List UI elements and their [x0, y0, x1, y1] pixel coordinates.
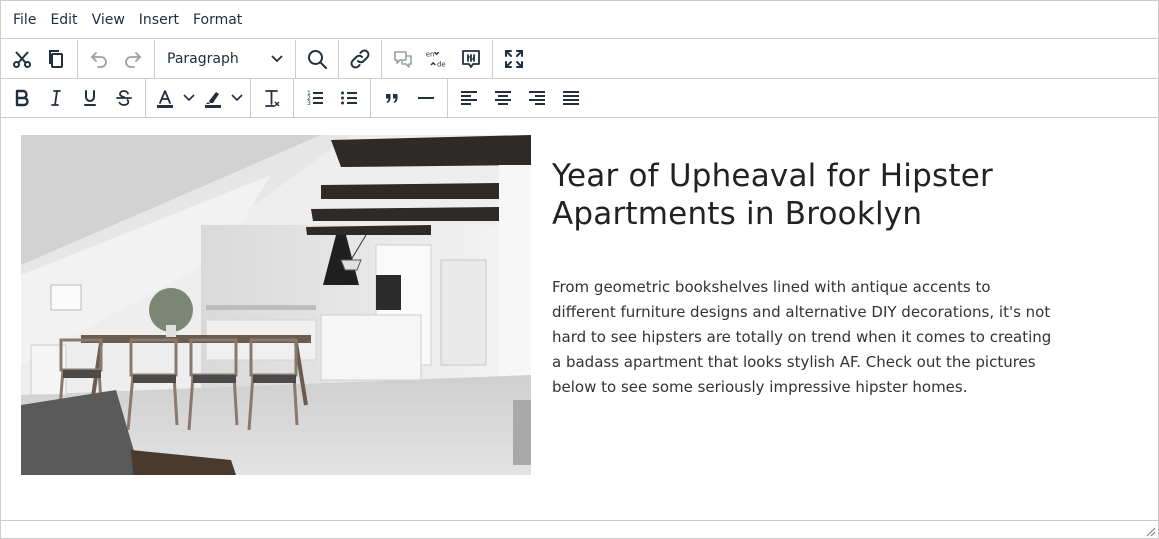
search-replace-button[interactable]: [300, 42, 334, 76]
comments-button[interactable]: [386, 42, 420, 76]
menu-file[interactable]: File: [6, 1, 43, 39]
accessibility-checker-button[interactable]: [454, 42, 488, 76]
text-color-button[interactable]: [150, 81, 198, 115]
link-button[interactable]: [343, 42, 377, 76]
redo-icon: [125, 52, 141, 68]
editor-content[interactable]: Year of Upheaval for Hipster Apartments …: [1, 119, 1158, 520]
color-group: [146, 79, 251, 117]
menu-view[interactable]: View: [85, 1, 132, 39]
align-left-icon: [461, 91, 477, 105]
horizontal-rule-button[interactable]: [409, 81, 443, 115]
search-group: [296, 40, 339, 78]
align-group: [448, 79, 592, 117]
strikethrough-icon: [116, 90, 132, 106]
menu-format[interactable]: Format: [186, 1, 249, 39]
undo-icon: [91, 52, 107, 68]
article-heading[interactable]: Year of Upheaval for Hipster Apartments …: [552, 157, 1112, 233]
clipboard-group: [1, 40, 78, 78]
toolbar-row-1: Paragraph en de: [1, 40, 1158, 79]
link-icon: [350, 49, 370, 69]
horizontal-rule-icon: [418, 97, 434, 99]
align-right-icon: [529, 91, 545, 105]
apartment-photo[interactable]: [21, 135, 531, 475]
apartment-interior-image: [21, 135, 531, 475]
remove-format-button[interactable]: [255, 81, 289, 115]
text-color-icon: [157, 90, 173, 108]
bullet-list-icon: [341, 91, 357, 105]
statusbar: [1, 520, 1158, 539]
menu-edit[interactable]: Edit: [43, 1, 84, 39]
bold-icon: [15, 89, 29, 107]
chevron-down-icon: [183, 94, 195, 102]
menubar: File Edit View Insert Format: [1, 1, 1158, 39]
italic-button[interactable]: [39, 81, 73, 115]
highlight-color-icon: [205, 92, 221, 108]
text-color-dropdown[interactable]: [180, 81, 198, 115]
language-to-label: de: [437, 61, 446, 69]
block-format-select[interactable]: Paragraph: [159, 42, 291, 76]
align-left-button[interactable]: [452, 81, 486, 115]
chevron-down-icon: [271, 55, 283, 63]
language-from-label: en: [426, 50, 435, 58]
blockquote-icon: [386, 94, 398, 103]
underline-button[interactable]: [73, 81, 107, 115]
align-justify-icon: [563, 91, 579, 105]
blocks-group: Paragraph: [155, 40, 296, 78]
copy-button[interactable]: [39, 42, 73, 76]
remove-format-icon: [265, 90, 280, 107]
rich-text-editor: File Edit View Insert Format Paragraph e…: [0, 0, 1159, 539]
menu-insert[interactable]: Insert: [132, 1, 186, 39]
undo-button[interactable]: [82, 42, 116, 76]
numbered-list-icon: 123: [307, 90, 323, 107]
highlight-color-button[interactable]: [198, 81, 246, 115]
formatting-group: [1, 79, 146, 117]
align-right-button[interactable]: [520, 81, 554, 115]
align-center-icon: [495, 91, 511, 105]
text-color-apply[interactable]: [150, 81, 180, 115]
highlight-color-apply[interactable]: [198, 81, 228, 115]
bold-button[interactable]: [5, 81, 39, 115]
language-icon: en de: [426, 50, 446, 69]
highlight-color-dropdown[interactable]: [228, 81, 246, 115]
history-group: [78, 40, 155, 78]
copy-icon: [49, 50, 63, 68]
comments-icon: [394, 51, 412, 68]
article-paragraph[interactable]: From geometric bookshelves lined with an…: [552, 275, 1052, 400]
blockquote-button[interactable]: [375, 81, 409, 115]
fullscreen-icon: [505, 50, 523, 68]
fullscreen-button[interactable]: [497, 42, 531, 76]
svg-text:3: 3: [307, 100, 311, 107]
resize-handle-icon[interactable]: [1144, 525, 1156, 537]
language-button[interactable]: en de: [420, 42, 454, 76]
link-group: [339, 40, 382, 78]
bullet-list-button[interactable]: [332, 81, 366, 115]
clear-format-group: [251, 79, 294, 117]
strikethrough-button[interactable]: [107, 81, 141, 115]
toolbar-row-2: 123: [1, 79, 1158, 118]
tools-group: en de: [382, 40, 493, 78]
chevron-down-icon: [231, 94, 243, 102]
align-justify-button[interactable]: [554, 81, 588, 115]
accessibility-checker-icon: [462, 50, 480, 68]
redo-button[interactable]: [116, 42, 150, 76]
align-center-button[interactable]: [486, 81, 520, 115]
cut-button[interactable]: [5, 42, 39, 76]
underline-icon: [84, 90, 96, 106]
list-group: 123: [294, 79, 371, 117]
italic-icon: [51, 90, 61, 106]
insert-group: [371, 79, 448, 117]
cut-icon: [13, 51, 31, 68]
view-group: [493, 40, 535, 78]
numbered-list-button[interactable]: 123: [298, 81, 332, 115]
block-format-label: Paragraph: [167, 51, 239, 67]
search-icon: [308, 50, 327, 69]
